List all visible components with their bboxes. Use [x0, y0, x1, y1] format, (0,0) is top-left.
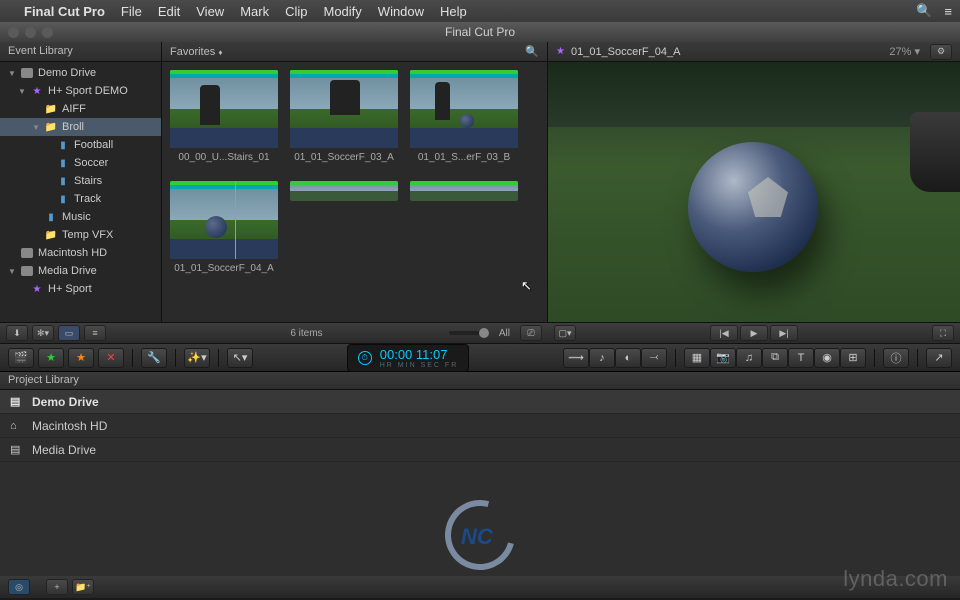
- favorite-star-icon: ★: [556, 46, 565, 57]
- photos-browser-button[interactable]: 📷: [710, 348, 736, 368]
- titles-browser-button[interactable]: T: [788, 348, 814, 368]
- next-edit-button[interactable]: ▶|: [770, 325, 798, 341]
- timecode-icon: ⏱: [358, 351, 372, 365]
- thumbnail-size-slider[interactable]: [449, 331, 489, 335]
- all-filter-label[interactable]: All: [493, 328, 516, 339]
- viewer-panel: ★ 01_01_SoccerF_04_A 27% ▾ ⚙: [548, 42, 960, 322]
- main-toolbar: 🎬 ★ ★ ✕ 🔧 ✨▾ ↖▾ ⏱ 00:00 11:07 HR MIN SEC…: [0, 344, 960, 372]
- effects-browser-button[interactable]: ▦: [684, 348, 710, 368]
- window-title: Final Cut Pro: [445, 25, 515, 39]
- menu-mark[interactable]: Mark: [240, 4, 269, 19]
- clip-item[interactable]: [410, 181, 518, 274]
- share-button[interactable]: ↗: [926, 348, 952, 368]
- viewer-settings-icon[interactable]: ⚙: [930, 44, 952, 60]
- skimming-button[interactable]: ⟿: [563, 348, 589, 368]
- search-icon[interactable]: 🔍: [525, 45, 539, 58]
- mouse-cursor: ↖: [521, 278, 532, 294]
- inspector-button[interactable]: ⓘ: [883, 348, 909, 368]
- event-tree[interactable]: ▼Demo Drive▼★H+ Sport DEMO📁AIFF▼📁Broll▮F…: [0, 62, 161, 322]
- project-row-macintosh-hd[interactable]: ⌂Macintosh HD: [0, 414, 960, 438]
- unrate-button[interactable]: ★: [68, 348, 94, 368]
- tree-item-temp-vfx[interactable]: 📁Temp VFX: [0, 226, 161, 244]
- reject-button[interactable]: ✕: [98, 348, 124, 368]
- viewer-clip-name: 01_01_SoccerF_04_A: [571, 46, 680, 58]
- viewer-content-foot: [910, 112, 960, 192]
- new-folder-button[interactable]: 📁⁺: [72, 579, 94, 595]
- viewer-zoom-dropdown[interactable]: 27% ▾: [889, 45, 920, 58]
- tree-item-h-sport-demo[interactable]: ▼★H+ Sport DEMO: [0, 82, 161, 100]
- menu-edit[interactable]: Edit: [158, 4, 180, 19]
- item-count-label: 6 items: [284, 328, 328, 339]
- clip-appearance-button[interactable]: ⎚: [520, 325, 542, 341]
- list-view-button[interactable]: ≡: [84, 325, 106, 341]
- tree-item-stairs[interactable]: ▮Stairs: [0, 172, 161, 190]
- app-menu[interactable]: Final Cut Pro: [24, 4, 105, 19]
- themes-browser-button[interactable]: ⊞: [840, 348, 866, 368]
- viewer-content-ball: [688, 142, 818, 272]
- enhance-button[interactable]: ✨▾: [184, 348, 210, 368]
- clip-browser: Favorites ♦ 🔍 00_00_U...Stairs_0101_01_S…: [162, 42, 548, 322]
- play-button[interactable]: ▶: [740, 325, 768, 341]
- spotlight-icon[interactable]: 🔍: [916, 3, 932, 19]
- close-window-button[interactable]: [8, 27, 19, 38]
- watermark-logo: NC: [445, 500, 515, 570]
- fullscreen-button[interactable]: ⛶: [932, 325, 954, 341]
- previous-edit-button[interactable]: |◀: [710, 325, 738, 341]
- menu-clip[interactable]: Clip: [285, 4, 307, 19]
- minimize-window-button[interactable]: [25, 27, 36, 38]
- macos-menubar: Final Cut Pro File Edit View Mark Clip M…: [0, 0, 960, 22]
- menu-window[interactable]: Window: [378, 4, 424, 19]
- event-library-header: Event Library: [0, 42, 161, 62]
- tree-item-broll[interactable]: ▼📁Broll: [0, 118, 161, 136]
- timecode-display[interactable]: ⏱ 00:00 11:07 HR MIN SEC FR: [347, 344, 470, 372]
- bottom-toolbar: ◎ + 📁⁺: [0, 576, 960, 598]
- watermark-text: lynda.com: [843, 566, 948, 592]
- menu-file[interactable]: File: [121, 4, 142, 19]
- clip-item[interactable]: 00_00_U...Stairs_01: [170, 70, 278, 163]
- clip-item[interactable]: [290, 181, 398, 274]
- audio-skimming-button[interactable]: ♪: [589, 348, 615, 368]
- settings-gear-button[interactable]: ✻▾: [32, 325, 54, 341]
- keyword-editor-button[interactable]: 🔧: [141, 348, 167, 368]
- filmstrip-view-button[interactable]: ▭: [58, 325, 80, 341]
- browser-filter-dropdown[interactable]: Favorites ♦: [170, 46, 222, 58]
- import-media-button[interactable]: ⬇: [6, 325, 28, 341]
- clip-item[interactable]: 01_01_S...erF_03_B: [410, 70, 518, 163]
- project-row-media-drive[interactable]: ▤Media Drive: [0, 438, 960, 462]
- menu-help[interactable]: Help: [440, 4, 467, 19]
- tree-item-football[interactable]: ▮Football: [0, 136, 161, 154]
- tree-item-aiff[interactable]: 📁AIFF: [0, 100, 161, 118]
- snapping-button[interactable]: ⤙: [641, 348, 667, 368]
- generators-browser-button[interactable]: ◉: [814, 348, 840, 368]
- project-row-demo-drive[interactable]: ▤Demo Drive: [0, 390, 960, 414]
- arrow-tool-button[interactable]: ↖▾: [227, 348, 253, 368]
- tree-item-h-sport[interactable]: ★H+ Sport: [0, 280, 161, 298]
- timeline-index-button[interactable]: ◎: [8, 579, 30, 595]
- viewer-display-options-button[interactable]: ▢▾: [554, 325, 576, 341]
- library-toggle-button[interactable]: 🎬: [8, 348, 34, 368]
- solo-button[interactable]: ◐: [615, 348, 641, 368]
- clip-item[interactable]: 01_01_SoccerF_04_A: [170, 181, 278, 274]
- window-controls[interactable]: [8, 27, 53, 38]
- clip-item[interactable]: 01_01_SoccerF_03_A: [290, 70, 398, 163]
- viewer-canvas[interactable]: [548, 62, 960, 322]
- menu-view[interactable]: View: [196, 4, 224, 19]
- new-project-button[interactable]: +: [46, 579, 68, 595]
- clips-grid: 00_00_U...Stairs_0101_01_SoccerF_03_A01_…: [170, 70, 539, 274]
- favorite-button[interactable]: ★: [38, 348, 64, 368]
- music-browser-button[interactable]: ♫: [736, 348, 762, 368]
- tree-item-track[interactable]: ▮Track: [0, 190, 161, 208]
- menubar-list-icon[interactable]: ≡: [944, 4, 952, 19]
- tree-item-demo-drive[interactable]: ▼Demo Drive: [0, 64, 161, 82]
- event-library-sidebar: Event Library ▼Demo Drive▼★H+ Sport DEMO…: [0, 42, 162, 322]
- window-titlebar: Final Cut Pro: [0, 22, 960, 42]
- tree-item-macintosh-hd[interactable]: Macintosh HD: [0, 244, 161, 262]
- zoom-window-button[interactable]: [42, 27, 53, 38]
- menu-modify[interactable]: Modify: [324, 4, 362, 19]
- transitions-browser-button[interactable]: ⧉: [762, 348, 788, 368]
- project-library-header: Project Library: [0, 372, 960, 390]
- tree-item-media-drive[interactable]: ▼Media Drive: [0, 262, 161, 280]
- tree-item-soccer[interactable]: ▮Soccer: [0, 154, 161, 172]
- tree-item-music[interactable]: ▮Music: [0, 208, 161, 226]
